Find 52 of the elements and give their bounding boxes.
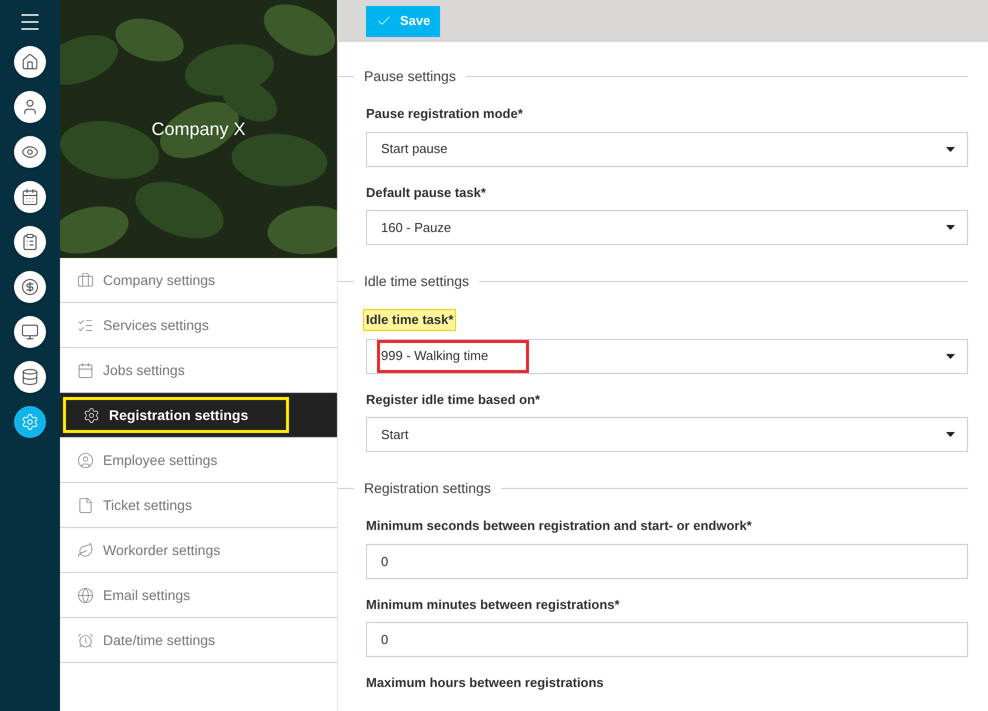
company-name: Company X	[151, 118, 246, 141]
dropdown-caret-icon	[946, 354, 955, 358]
sidebar-item[interactable]: Ticket settings	[60, 487, 230, 523]
clock-icon	[77, 632, 94, 648]
sidebar-item[interactable]: Employee settings	[60, 442, 256, 478]
select-field[interactable]: Start pause	[366, 132, 968, 166]
database-icon[interactable]	[14, 361, 46, 393]
field-label: Pause registration mode*	[366, 105, 523, 123]
calendar-icon	[77, 362, 94, 378]
save-button[interactable]: Save	[366, 6, 440, 36]
select-value: 160 - Pauze	[380, 218, 452, 237]
eye-icon[interactable]	[14, 136, 46, 168]
field-label: Register idle time based on*	[366, 390, 540, 409]
sidebar-item[interactable]: Date/time settings	[60, 622, 254, 658]
home-icon[interactable]	[14, 46, 46, 78]
field-label: Minimum minutes between registrations*	[366, 596, 620, 614]
sidebar-item[interactable]: Services settings	[60, 307, 247, 343]
input-field[interactable]: 0	[366, 622, 968, 657]
person-icon[interactable]	[14, 91, 46, 123]
sidebar-item[interactable]: Jobs settings	[60, 352, 223, 388]
dropdown-caret-icon	[946, 225, 955, 230]
sidebar-item[interactable]: Workorder settings	[60, 532, 258, 568]
select-field[interactable]: 999 - Walking time	[366, 338, 968, 374]
field-label: Default pause task*	[366, 184, 486, 202]
settings-icon[interactable]	[14, 406, 46, 438]
section-title: Pause settings	[363, 67, 457, 86]
select-value: Start	[380, 426, 410, 444]
dropdown-caret-icon	[946, 146, 955, 152]
settings-icon	[83, 406, 100, 424]
section-title: Registration settings	[363, 479, 492, 498]
dropdown-caret-icon	[946, 432, 955, 437]
field-label: Minimum seconds between registration and start- or endwork*	[366, 517, 752, 535]
select-value: 999 - Walking time	[377, 340, 530, 372]
document-icon	[77, 496, 94, 514]
field-label: Idle time task*	[363, 309, 456, 330]
sidebar-item[interactable]: Email settings	[60, 577, 228, 613]
dollar-icon[interactable]	[14, 271, 46, 303]
calendar-icon[interactable]	[14, 181, 46, 213]
select-field[interactable]: Start	[366, 417, 968, 452]
user-icon	[77, 452, 94, 468]
sidebar-item[interactable]: Company settings	[60, 262, 254, 298]
section-title: Idle time settings	[363, 272, 470, 291]
select-field[interactable]: 160 - Pauze	[366, 210, 968, 245]
briefcase-icon	[77, 272, 94, 288]
monitor-icon[interactable]	[14, 316, 46, 348]
globe-icon	[77, 586, 94, 604]
clipboard-icon[interactable]	[14, 226, 46, 258]
sidebar-item[interactable]: Registration settings	[63, 397, 290, 433]
select-value: Start pause	[380, 140, 448, 158]
field-label: Maximum hours between registrations	[366, 674, 604, 692]
leaf-icon	[77, 542, 94, 558]
input-field[interactable]: 0	[366, 544, 968, 578]
